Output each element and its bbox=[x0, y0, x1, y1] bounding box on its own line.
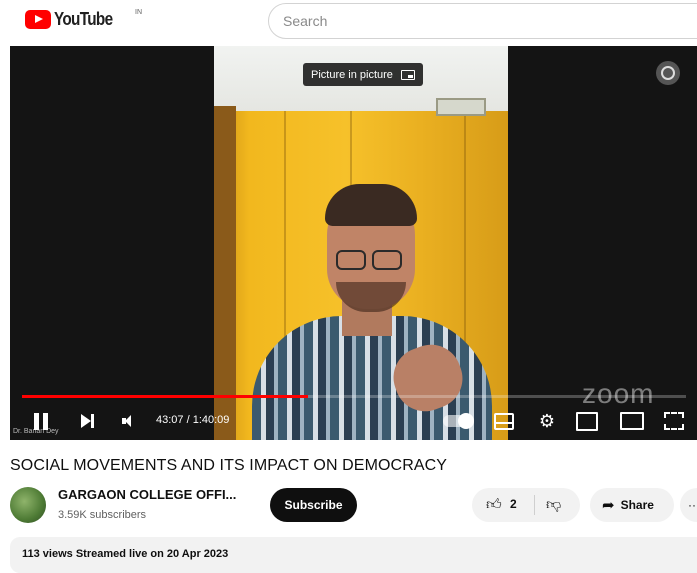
youtube-logo[interactable]: YouTube IN bbox=[25, 9, 142, 30]
fullscreen-icon[interactable] bbox=[664, 410, 684, 432]
like-count[interactable]: 2 bbox=[510, 497, 517, 511]
thumbs-up-icon[interactable]: 👍︎ bbox=[486, 496, 502, 514]
autoplay-toggle[interactable] bbox=[442, 410, 474, 432]
share-button[interactable]: ➦ Share bbox=[590, 488, 674, 522]
wall-picture bbox=[436, 98, 486, 116]
description-box[interactable]: 113 views Streamed live on 20 Apr 2023 bbox=[10, 537, 697, 573]
pause-icon[interactable] bbox=[32, 410, 50, 432]
share-label: Share bbox=[620, 498, 654, 512]
play-logo-icon bbox=[25, 10, 51, 29]
thumbs-down-icon[interactable]: 👎︎ bbox=[546, 496, 561, 514]
share-arrow-icon: ➦ bbox=[602, 497, 615, 514]
more-actions-button[interactable]: ··· bbox=[680, 488, 697, 522]
search-input[interactable]: Search bbox=[268, 3, 697, 39]
view-count-date: 113 views Streamed live on 20 Apr 2023 bbox=[22, 548, 229, 560]
time-display: 43:07 / 1:40:09 bbox=[156, 414, 230, 426]
channel-avatar[interactable] bbox=[10, 487, 46, 523]
volume-icon[interactable] bbox=[118, 410, 134, 432]
subscriber-count: 3.59K subscribers bbox=[58, 509, 147, 521]
cc-icon[interactable] bbox=[494, 410, 514, 432]
next-icon[interactable] bbox=[78, 410, 96, 432]
video-player[interactable]: Picture in picture zoom Dr. Banan Dey 43… bbox=[10, 46, 697, 440]
video-frame bbox=[214, 46, 508, 440]
masthead: YouTube IN Search bbox=[0, 0, 697, 44]
settings-icon[interactable]: ⚙ bbox=[538, 410, 556, 432]
progress-bar[interactable] bbox=[22, 395, 686, 398]
ambient-icon[interactable] bbox=[656, 61, 680, 85]
channel-name[interactable]: GARGAON COLLEGE OFFI... bbox=[58, 487, 236, 502]
like-divider bbox=[534, 495, 535, 515]
video-title: SOCIAL MOVEMENTS AND ITS IMPACT ON DEMOC… bbox=[10, 457, 448, 474]
like-dislike-group: 👍︎ 2 👎︎ bbox=[472, 488, 580, 522]
miniplayer-icon[interactable] bbox=[576, 410, 598, 432]
logo-text: YouTube bbox=[54, 9, 113, 29]
picture-in-picture-icon bbox=[400, 69, 415, 80]
country-code: IN bbox=[135, 9, 142, 16]
subscribe-button[interactable]: Subscribe bbox=[270, 488, 357, 522]
glasses-right bbox=[372, 250, 402, 270]
person-hair bbox=[325, 184, 417, 226]
search-placeholder: Search bbox=[283, 13, 328, 29]
pip-tooltip-label: Picture in picture bbox=[311, 68, 393, 81]
theater-icon[interactable] bbox=[620, 410, 644, 432]
glasses-left bbox=[336, 250, 366, 270]
video-door bbox=[214, 106, 236, 440]
pip-tooltip: Picture in picture bbox=[303, 63, 423, 86]
player-controls: 43:07 / 1:40:09 ⚙ bbox=[10, 402, 697, 440]
progress-fill bbox=[22, 395, 308, 398]
